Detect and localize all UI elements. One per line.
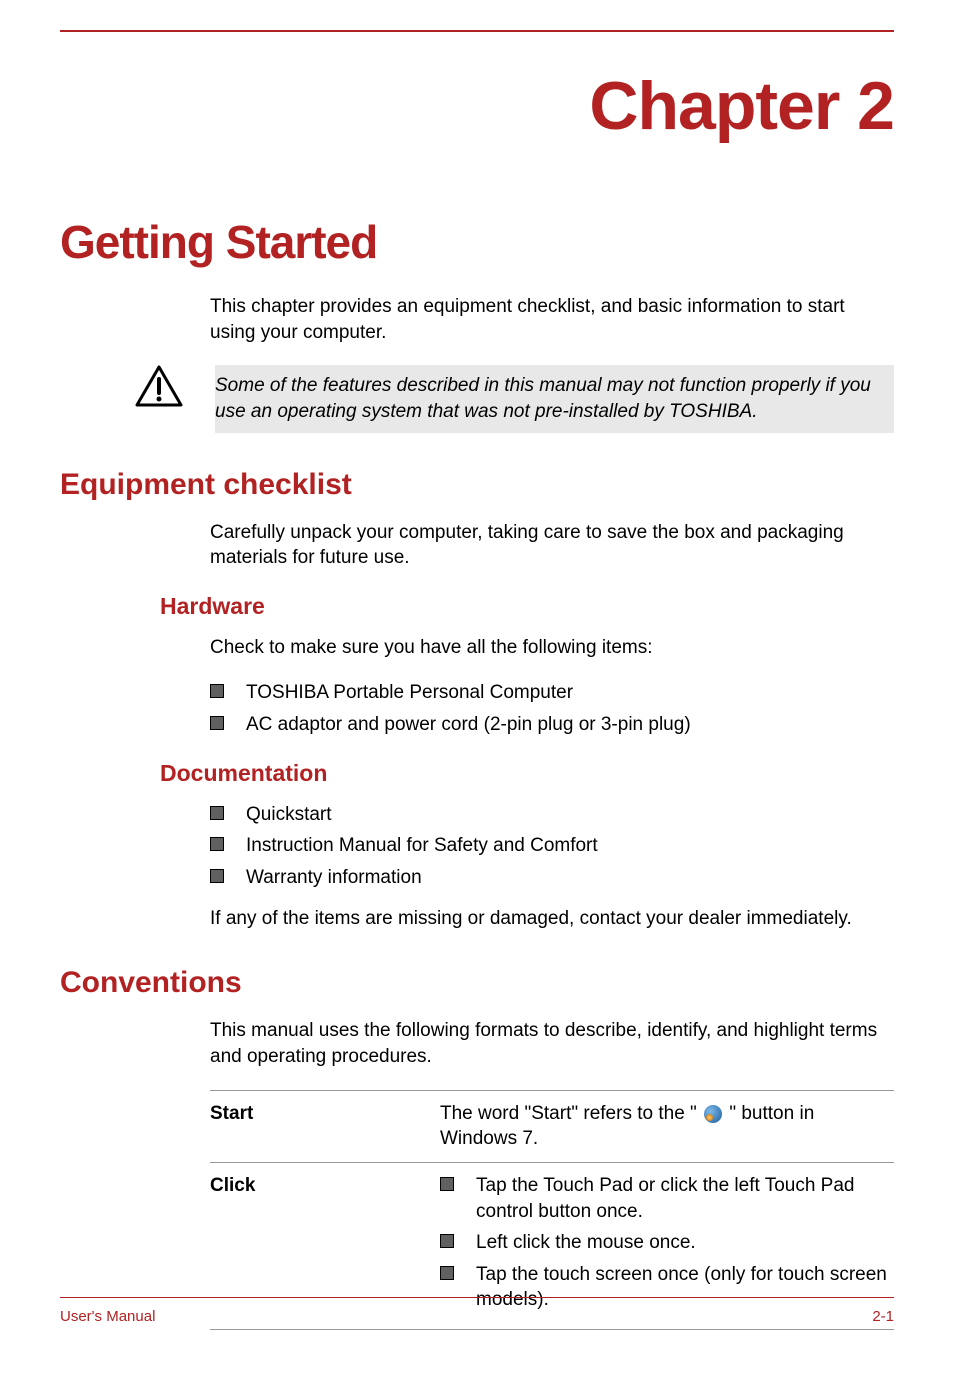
- list-item: Tap the Touch Pad or click the left Touc…: [440, 1173, 894, 1224]
- bullet-icon: [440, 1234, 454, 1248]
- bullet-icon: [210, 716, 224, 730]
- conventions-table: Start The word "Start" refers to the " "…: [210, 1090, 894, 1330]
- bullet-icon: [210, 869, 224, 883]
- documentation-heading: Documentation: [160, 760, 894, 787]
- table-row: Start The word "Start" refers to the " "…: [210, 1090, 894, 1162]
- equipment-intro: Carefully unpack your computer, taking c…: [210, 520, 894, 571]
- list-item-text: Instruction Manual for Safety and Comfor…: [246, 833, 598, 859]
- hardware-list: TOSHIBA Portable Personal Computer AC ad…: [210, 680, 894, 737]
- list-item: Left click the mouse once.: [440, 1230, 894, 1256]
- warning-text: Some of the features described in this m…: [215, 365, 894, 432]
- conventions-heading: Conventions: [60, 966, 894, 1000]
- hardware-heading: Hardware: [160, 593, 894, 620]
- warning-note: Some of the features described in this m…: [60, 365, 894, 432]
- page-footer: User's Manual 2-1: [60, 1297, 894, 1325]
- windows-start-orb-icon: [704, 1105, 722, 1123]
- desc-prefix: The word "Start" refers to the ": [440, 1103, 702, 1124]
- list-item: TOSHIBA Portable Personal Computer: [210, 680, 894, 706]
- hardware-intro: Check to make sure you have all the foll…: [210, 635, 894, 661]
- list-item: Instruction Manual for Safety and Comfor…: [210, 833, 894, 859]
- page-title: Getting Started: [60, 215, 894, 269]
- desc-start: The word "Start" refers to the " " butto…: [440, 1090, 894, 1162]
- warning-icon: [135, 365, 185, 412]
- list-item-text: Warranty information: [246, 865, 422, 891]
- list-item-text: Quickstart: [246, 802, 332, 828]
- documentation-after: If any of the items are missing or damag…: [210, 906, 894, 932]
- list-item: AC adaptor and power cord (2-pin plug or…: [210, 712, 894, 738]
- top-divider: [60, 30, 894, 32]
- conventions-intro: This manual uses the following formats t…: [210, 1018, 894, 1069]
- list-item-text: AC adaptor and power cord (2-pin plug or…: [246, 712, 691, 738]
- list-item-text: Left click the mouse once.: [476, 1230, 696, 1256]
- bullet-icon: [210, 684, 224, 698]
- bullet-icon: [440, 1177, 454, 1191]
- documentation-list: Quickstart Instruction Manual for Safety…: [210, 802, 894, 891]
- footer-left: User's Manual: [60, 1308, 155, 1325]
- bullet-icon: [210, 806, 224, 820]
- list-item: Warranty information: [210, 865, 894, 891]
- equipment-checklist-heading: Equipment checklist: [60, 468, 894, 502]
- bullet-icon: [440, 1266, 454, 1280]
- chapter-title: Chapter 2: [60, 67, 894, 145]
- list-item-text: Tap the Touch Pad or click the left Touc…: [476, 1173, 894, 1224]
- list-item: Quickstart: [210, 802, 894, 828]
- intro-paragraph: This chapter provides an equipment check…: [210, 294, 894, 345]
- footer-right: 2-1: [872, 1308, 894, 1325]
- term-start: Start: [210, 1090, 440, 1162]
- bullet-icon: [210, 837, 224, 851]
- list-item-text: TOSHIBA Portable Personal Computer: [246, 680, 573, 706]
